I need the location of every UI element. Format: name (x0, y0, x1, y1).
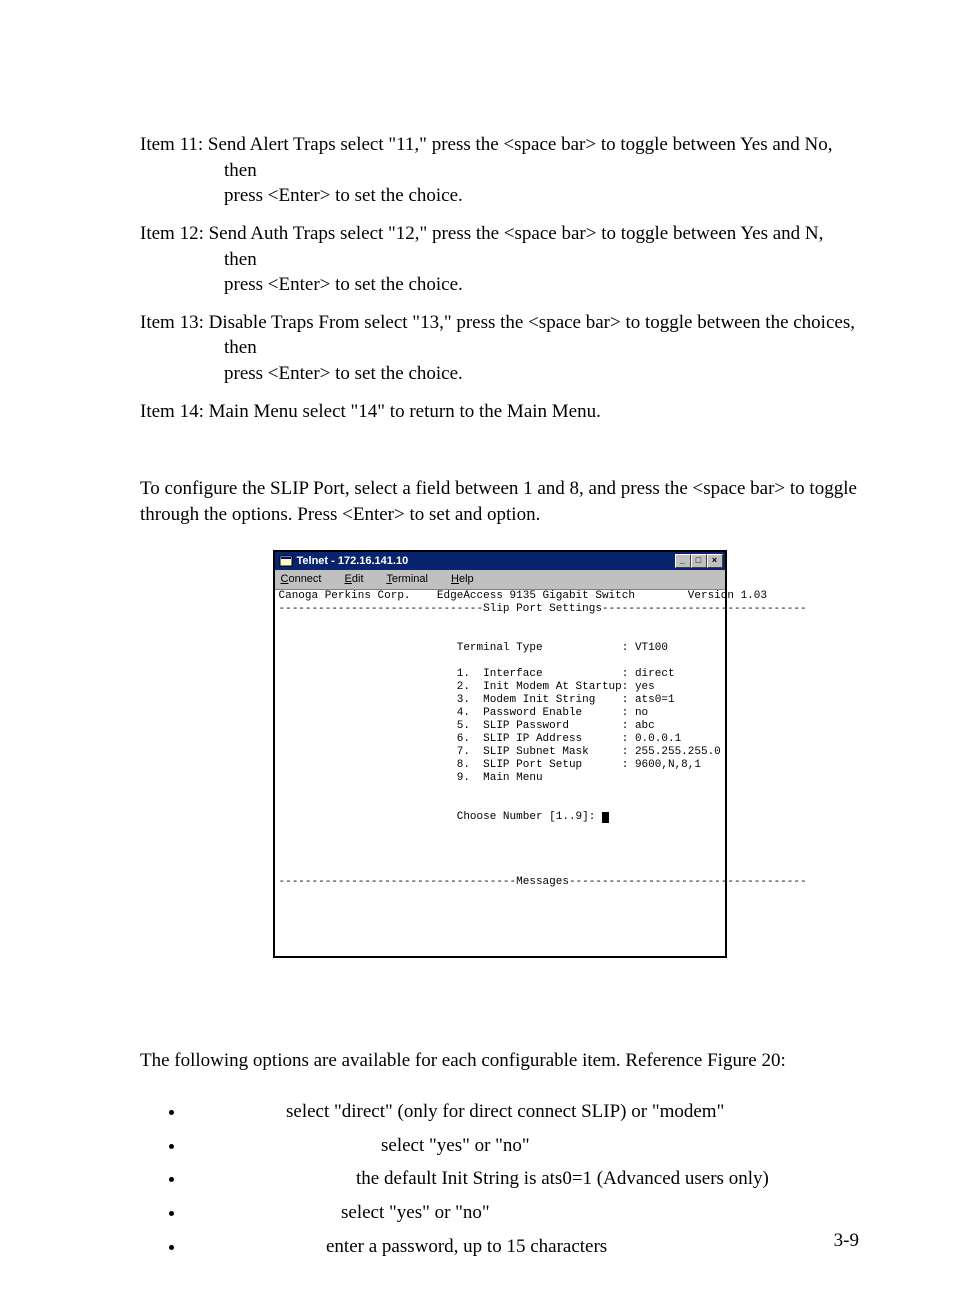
option-text: select "yes" or "no" (186, 1200, 490, 1226)
option-text: the default Init String is ats0=1 (Advan… (186, 1166, 769, 1192)
menu-connect[interactable]: Connect (281, 573, 332, 585)
item-lead: Item 11: Send Alert Traps select "11," p… (140, 132, 859, 183)
config-paragraph: To configure the SLIP Port, select a fie… (140, 476, 859, 527)
window-title: Telnet - 172.16.141.10 (297, 552, 409, 570)
option-bullet: the default Init String is ats0=1 (Advan… (186, 1162, 859, 1196)
option-bullet: select "yes" or "no" (186, 1129, 859, 1163)
close-button[interactable]: × (707, 554, 723, 568)
option-text: select "direct" (only for direct connect… (186, 1099, 724, 1125)
after-paragraph: The following options are available for … (140, 1048, 859, 1074)
maximize-button[interactable]: □ (691, 554, 707, 568)
item-cont: press <Enter> to set the choice. (140, 272, 859, 298)
doc-item-12: Item 12: Send Auth Traps select "12," pr… (140, 221, 859, 298)
option-bullet: select "direct" (only for direct connect… (186, 1095, 859, 1129)
doc-item-13: Item 13: Disable Traps From select "13,"… (140, 310, 859, 387)
option-text: select "yes" or "no" (186, 1133, 530, 1159)
item-lead: Item 12: Send Auth Traps select "12," pr… (140, 221, 859, 272)
menu-help[interactable]: Help (451, 573, 484, 585)
terminal-cursor (602, 812, 609, 823)
app-icon (279, 554, 293, 568)
minimize-button[interactable]: _ (675, 554, 691, 568)
menubar[interactable]: Connect Edit Terminal Help (275, 570, 725, 590)
option-bullet: select "yes" or "no" (186, 1196, 859, 1230)
options-list: select "direct" (only for direct connect… (140, 1095, 859, 1263)
item-lead: Item 13: Disable Traps From select "13,"… (140, 310, 859, 361)
doc-item-14: Item 14: Main Menu select "14" to return… (140, 399, 859, 425)
page-number: 3-9 (834, 1228, 859, 1254)
doc-item-11: Item 11: Send Alert Traps select "11," p… (140, 132, 859, 209)
option-text: enter a password, up to 15 characters (186, 1234, 607, 1260)
menu-edit[interactable]: Edit (345, 573, 374, 585)
item-cont: press <Enter> to set the choice. (140, 183, 859, 209)
item-cont: press <Enter> to set the choice. (140, 361, 859, 387)
telnet-window: Telnet - 172.16.141.10 _ □ × Connect Edi… (273, 550, 727, 958)
menu-terminal[interactable]: Terminal (386, 573, 438, 585)
titlebar[interactable]: Telnet - 172.16.141.10 _ □ × (275, 552, 725, 570)
item-lead: Item 14: Main Menu select "14" to return… (140, 399, 859, 425)
terminal-area[interactable]: Canoga Perkins Corp. EdgeAccess 9135 Gig… (275, 590, 725, 956)
